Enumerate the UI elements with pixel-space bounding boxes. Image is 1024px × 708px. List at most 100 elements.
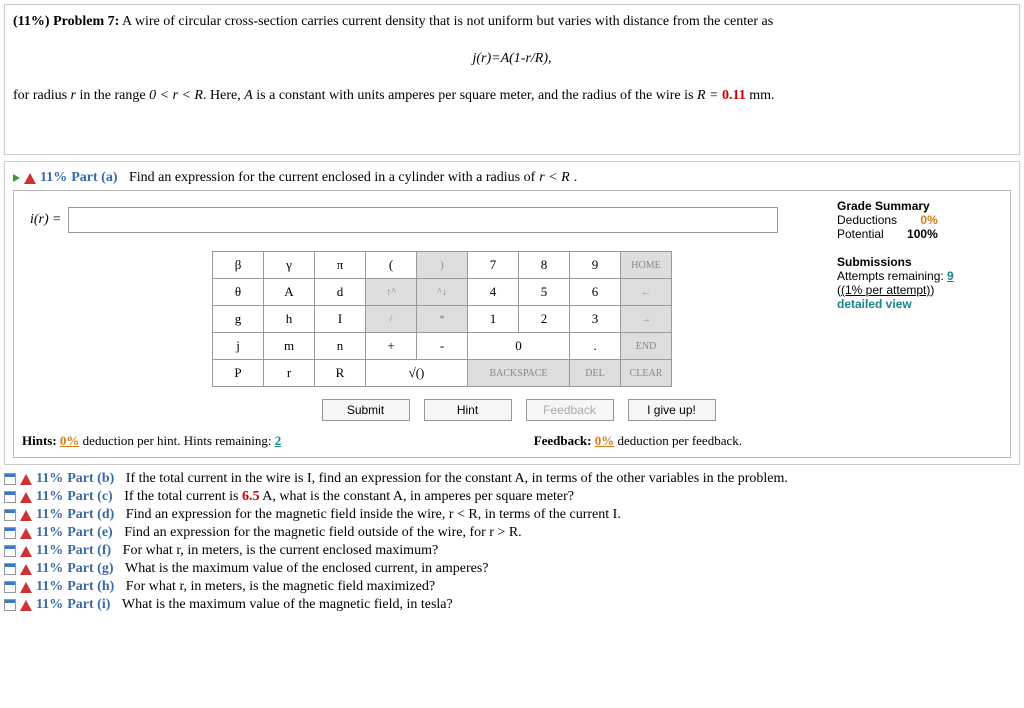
part-text: For what r, in meters, is the current en… [123,543,439,559]
warning-icon [24,173,36,184]
warning-icon [20,528,32,539]
key-mul[interactable]: * [417,306,468,333]
key-1[interactable]: 1 [468,306,519,333]
part-weight: 11% [36,561,63,577]
part-text: If the total current is 6.5 A, what is t… [124,489,574,505]
part-label: Part (b) [67,471,114,487]
warning-icon [20,564,32,575]
key-sup[interactable]: ↑^ [366,279,417,306]
collapse-icon[interactable] [4,563,16,575]
attempts-link[interactable]: 9 [947,269,954,283]
warning-icon [20,474,32,485]
answer-lhs: i(r) = [30,212,62,228]
part-label: Part (d) [67,507,114,523]
answer-input[interactable] [68,207,778,233]
key-div[interactable]: / [366,306,417,333]
key-right[interactable]: → [621,306,672,333]
part-text: Find an expression for the magnetic fiel… [126,507,621,523]
key-gamma[interactable]: γ [264,252,315,279]
problem-statement: (11%) Problem 7: A wire of circular cros… [4,4,1020,155]
part-weight: 11% [36,471,63,487]
collapse-icon[interactable] [4,545,16,557]
key-7[interactable]: 7 [468,252,519,279]
hint-button[interactable]: Hint [424,399,512,421]
giveup-button[interactable]: I give up! [628,399,716,421]
part-label: Part (f) [67,543,111,559]
key-P[interactable]: P [213,360,264,387]
part-text: What is the maximum value of the enclose… [125,561,488,577]
feedback-button[interactable]: Feedback [526,399,614,421]
collapse-icon[interactable] [4,473,16,485]
part-weight: 11% [36,579,63,595]
submit-button[interactable]: Submit [322,399,410,421]
warning-icon [20,510,32,521]
part-weight: 11% [36,525,63,541]
key-sqrt[interactable]: √() [366,360,468,387]
key-home[interactable]: HOME [621,252,672,279]
part-text: If the total current in the wire is I, f… [126,471,788,487]
key-8[interactable]: 8 [519,252,570,279]
feedback-info: Feedback: 0% deduction per feedback. [534,433,742,449]
collapse-icon[interactable] [4,509,16,521]
key-d[interactable]: d [315,279,366,306]
part-weight: 11% [36,597,63,613]
key-m[interactable]: m [264,333,315,360]
key-del[interactable]: DEL [570,360,621,387]
part-label: Part (a) [71,170,117,186]
key-3[interactable]: 3 [570,306,621,333]
key-theta[interactable]: θ [213,279,264,306]
key-g[interactable]: g [213,306,264,333]
key-2[interactable]: 2 [519,306,570,333]
key-9[interactable]: 9 [570,252,621,279]
key-backspace[interactable]: BACKSPACE [468,360,570,387]
key-rparen[interactable]: ) [417,252,468,279]
key-sub[interactable]: ^↓ [417,279,468,306]
collapse-icon[interactable] [4,581,16,593]
warning-icon [20,600,32,611]
key-end[interactable]: END [621,333,672,360]
key-A[interactable]: A [264,279,315,306]
part-label: Part (e) [67,525,112,541]
key-plus[interactable]: + [366,333,417,360]
warning-icon [20,582,32,593]
part-label: Part (h) [67,579,114,595]
warning-icon [20,492,32,503]
key-I[interactable]: I [315,306,366,333]
key-r[interactable]: r [264,360,315,387]
part-a-container: 11% Part (a) Find an expression for the … [4,161,1020,465]
keypad: β γ π ( ) 7 8 9 HOME θ A [212,251,672,387]
grade-summary: Grade Summary Deductions 0% Potential 10… [837,199,1002,427]
key-j[interactable]: j [213,333,264,360]
key-n[interactable]: n [315,333,366,360]
collapse-icon[interactable] [4,599,16,611]
key-4[interactable]: 4 [468,279,519,306]
part-label: Part (i) [67,597,110,613]
detailed-view-link[interactable]: detailed view [837,297,912,311]
warning-icon [20,546,32,557]
hints-info: Hints: 0% deduction per hint. Hints rema… [22,433,281,449]
part-text: What is the maximum value of the magneti… [122,597,453,613]
expand-icon[interactable] [13,174,20,182]
part-weight: 11% [40,170,67,186]
key-dot[interactable]: . [570,333,621,360]
equation: j(r)=A(1-r/R), [13,48,1011,69]
key-0[interactable]: 0 [468,333,570,360]
key-5[interactable]: 5 [519,279,570,306]
collapse-icon[interactable] [4,527,16,539]
key-R[interactable]: R [315,360,366,387]
part-prompt: Find an expression for the current enclo… [129,170,535,186]
key-left[interactable]: ← [621,279,672,306]
part-weight: 11% [36,489,63,505]
key-h[interactable]: h [264,306,315,333]
key-clear[interactable]: CLEAR [621,360,672,387]
key-lparen[interactable]: ( [366,252,417,279]
collapse-icon[interactable] [4,491,16,503]
key-6[interactable]: 6 [570,279,621,306]
key-beta[interactable]: β [213,252,264,279]
key-minus[interactable]: - [417,333,468,360]
key-pi[interactable]: π [315,252,366,279]
part-weight: 11% [36,543,63,559]
part-text: Find an expression for the magnetic fiel… [124,525,521,541]
part-text: For what r, in meters, is the magnetic f… [126,579,435,595]
part-weight: 11% [36,507,63,523]
